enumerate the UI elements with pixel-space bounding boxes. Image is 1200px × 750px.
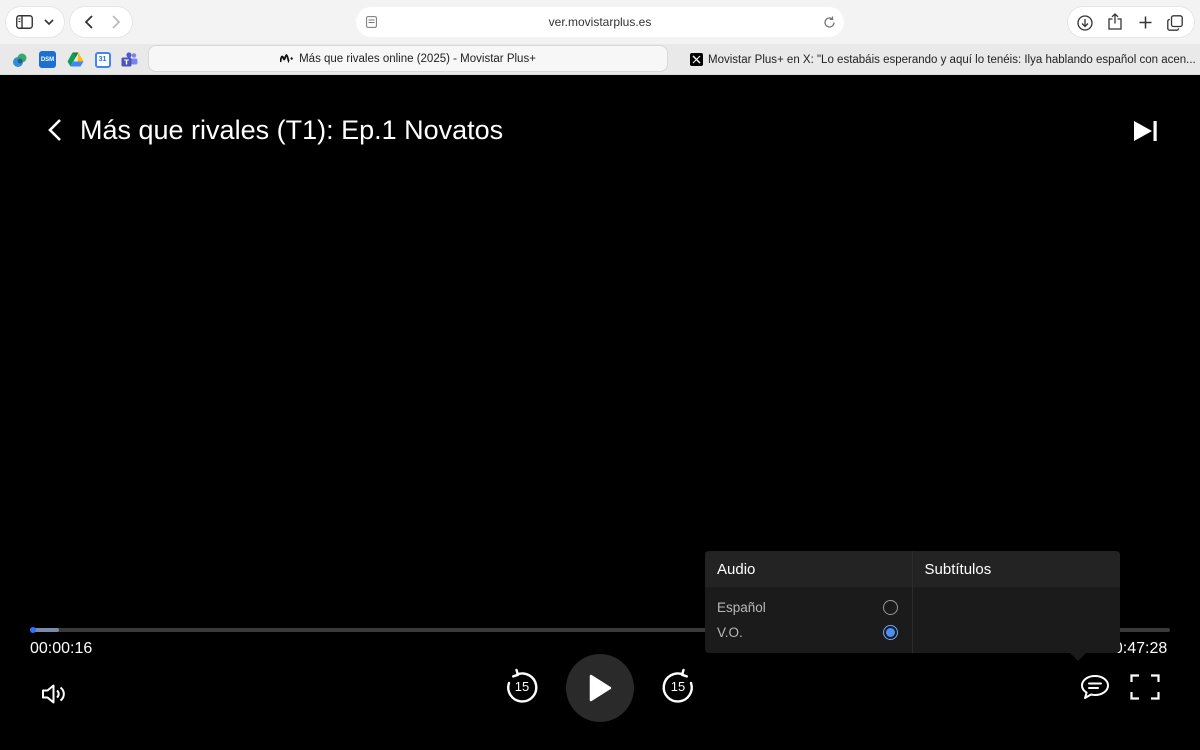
audio-subtitles-menu: Audio Español V.O. Subtítulos — [705, 551, 1120, 653]
audio-option-vo[interactable]: V.O. — [717, 622, 898, 642]
tab-label: Movistar Plus+ en X: "Lo estabáis espera… — [708, 53, 1196, 66]
video-player[interactable]: Más que rivales (T1): Ep.1 Novatos 00:00… — [0, 75, 1200, 750]
browser-toolbar: ver.movistarplus.es — [0, 0, 1200, 44]
favorite-teams-icon[interactable]: T — [118, 48, 141, 71]
current-time: 00:00:16 — [30, 640, 93, 657]
tab-x-post[interactable]: Movistar Plus+ en X: "Lo estabáis espera… — [690, 46, 1196, 73]
address-bar[interactable]: ver.movistarplus.es — [356, 7, 844, 37]
sidebar-toggle-group — [6, 7, 64, 37]
radio-button[interactable] — [882, 599, 898, 615]
reload-icon[interactable] — [822, 15, 836, 29]
back-arrow-icon[interactable] — [42, 117, 68, 143]
popup-pointer — [1070, 653, 1086, 661]
episode-title: Más que rivales (T1): Ep.1 Novatos — [80, 115, 504, 145]
toolbar-actions — [1068, 7, 1194, 37]
tab-label: Más que rivales online (2025) - Movistar… — [299, 52, 536, 65]
download-icon[interactable] — [1076, 14, 1093, 31]
progress-start-marker — [30, 627, 36, 633]
radio-button-selected[interactable] — [882, 624, 898, 640]
subtitles-header: Subtítulos — [912, 551, 1120, 587]
tab-bar: DSM 31 T Más que rivales online (2025) -… — [0, 44, 1200, 75]
next-episode-icon[interactable] — [1130, 117, 1160, 145]
tab-overview-icon[interactable] — [1166, 14, 1183, 31]
audio-option-label: Español — [717, 599, 766, 615]
chevron-down-icon[interactable] — [42, 15, 56, 29]
fullscreen-icon[interactable] — [1129, 673, 1161, 701]
favorite-dsm-icon[interactable]: DSM — [36, 48, 59, 71]
x-logo-icon — [690, 53, 703, 66]
subtitles-column: Subtítulos — [912, 551, 1120, 653]
rewind-seconds: 15 — [514, 679, 530, 694]
play-icon — [589, 674, 612, 702]
url-text: ver.movistarplus.es — [548, 15, 652, 29]
back-icon[interactable] — [80, 14, 96, 30]
favorite-calendar-icon[interactable]: 31 — [91, 48, 114, 71]
movistar-logo-icon — [280, 54, 293, 63]
tab-movistar-player[interactable]: Más que rivales online (2025) - Movistar… — [148, 45, 668, 72]
audio-column: Audio Español V.O. — [705, 551, 913, 653]
favorite-app-icon[interactable] — [8, 48, 31, 71]
navigation-group — [70, 7, 132, 37]
volume-icon[interactable] — [40, 682, 68, 706]
new-tab-icon[interactable] — [1137, 14, 1153, 30]
audio-header: Audio — [705, 551, 912, 587]
subtitles-audio-icon[interactable] — [1080, 674, 1110, 700]
audio-option-espanol[interactable]: Español — [717, 597, 898, 617]
forward-15-button[interactable]: 15 — [659, 668, 697, 706]
play-button[interactable] — [566, 654, 634, 722]
favorite-drive-icon[interactable] — [64, 48, 87, 71]
forward-seconds: 15 — [670, 679, 686, 694]
sidebar-icon[interactable] — [15, 14, 33, 30]
svg-text:T: T — [124, 59, 129, 67]
rewind-15-button[interactable]: 15 — [503, 668, 541, 706]
share-icon[interactable] — [1106, 12, 1123, 31]
audio-option-label: V.O. — [717, 624, 743, 640]
forward-icon[interactable] — [108, 14, 124, 30]
